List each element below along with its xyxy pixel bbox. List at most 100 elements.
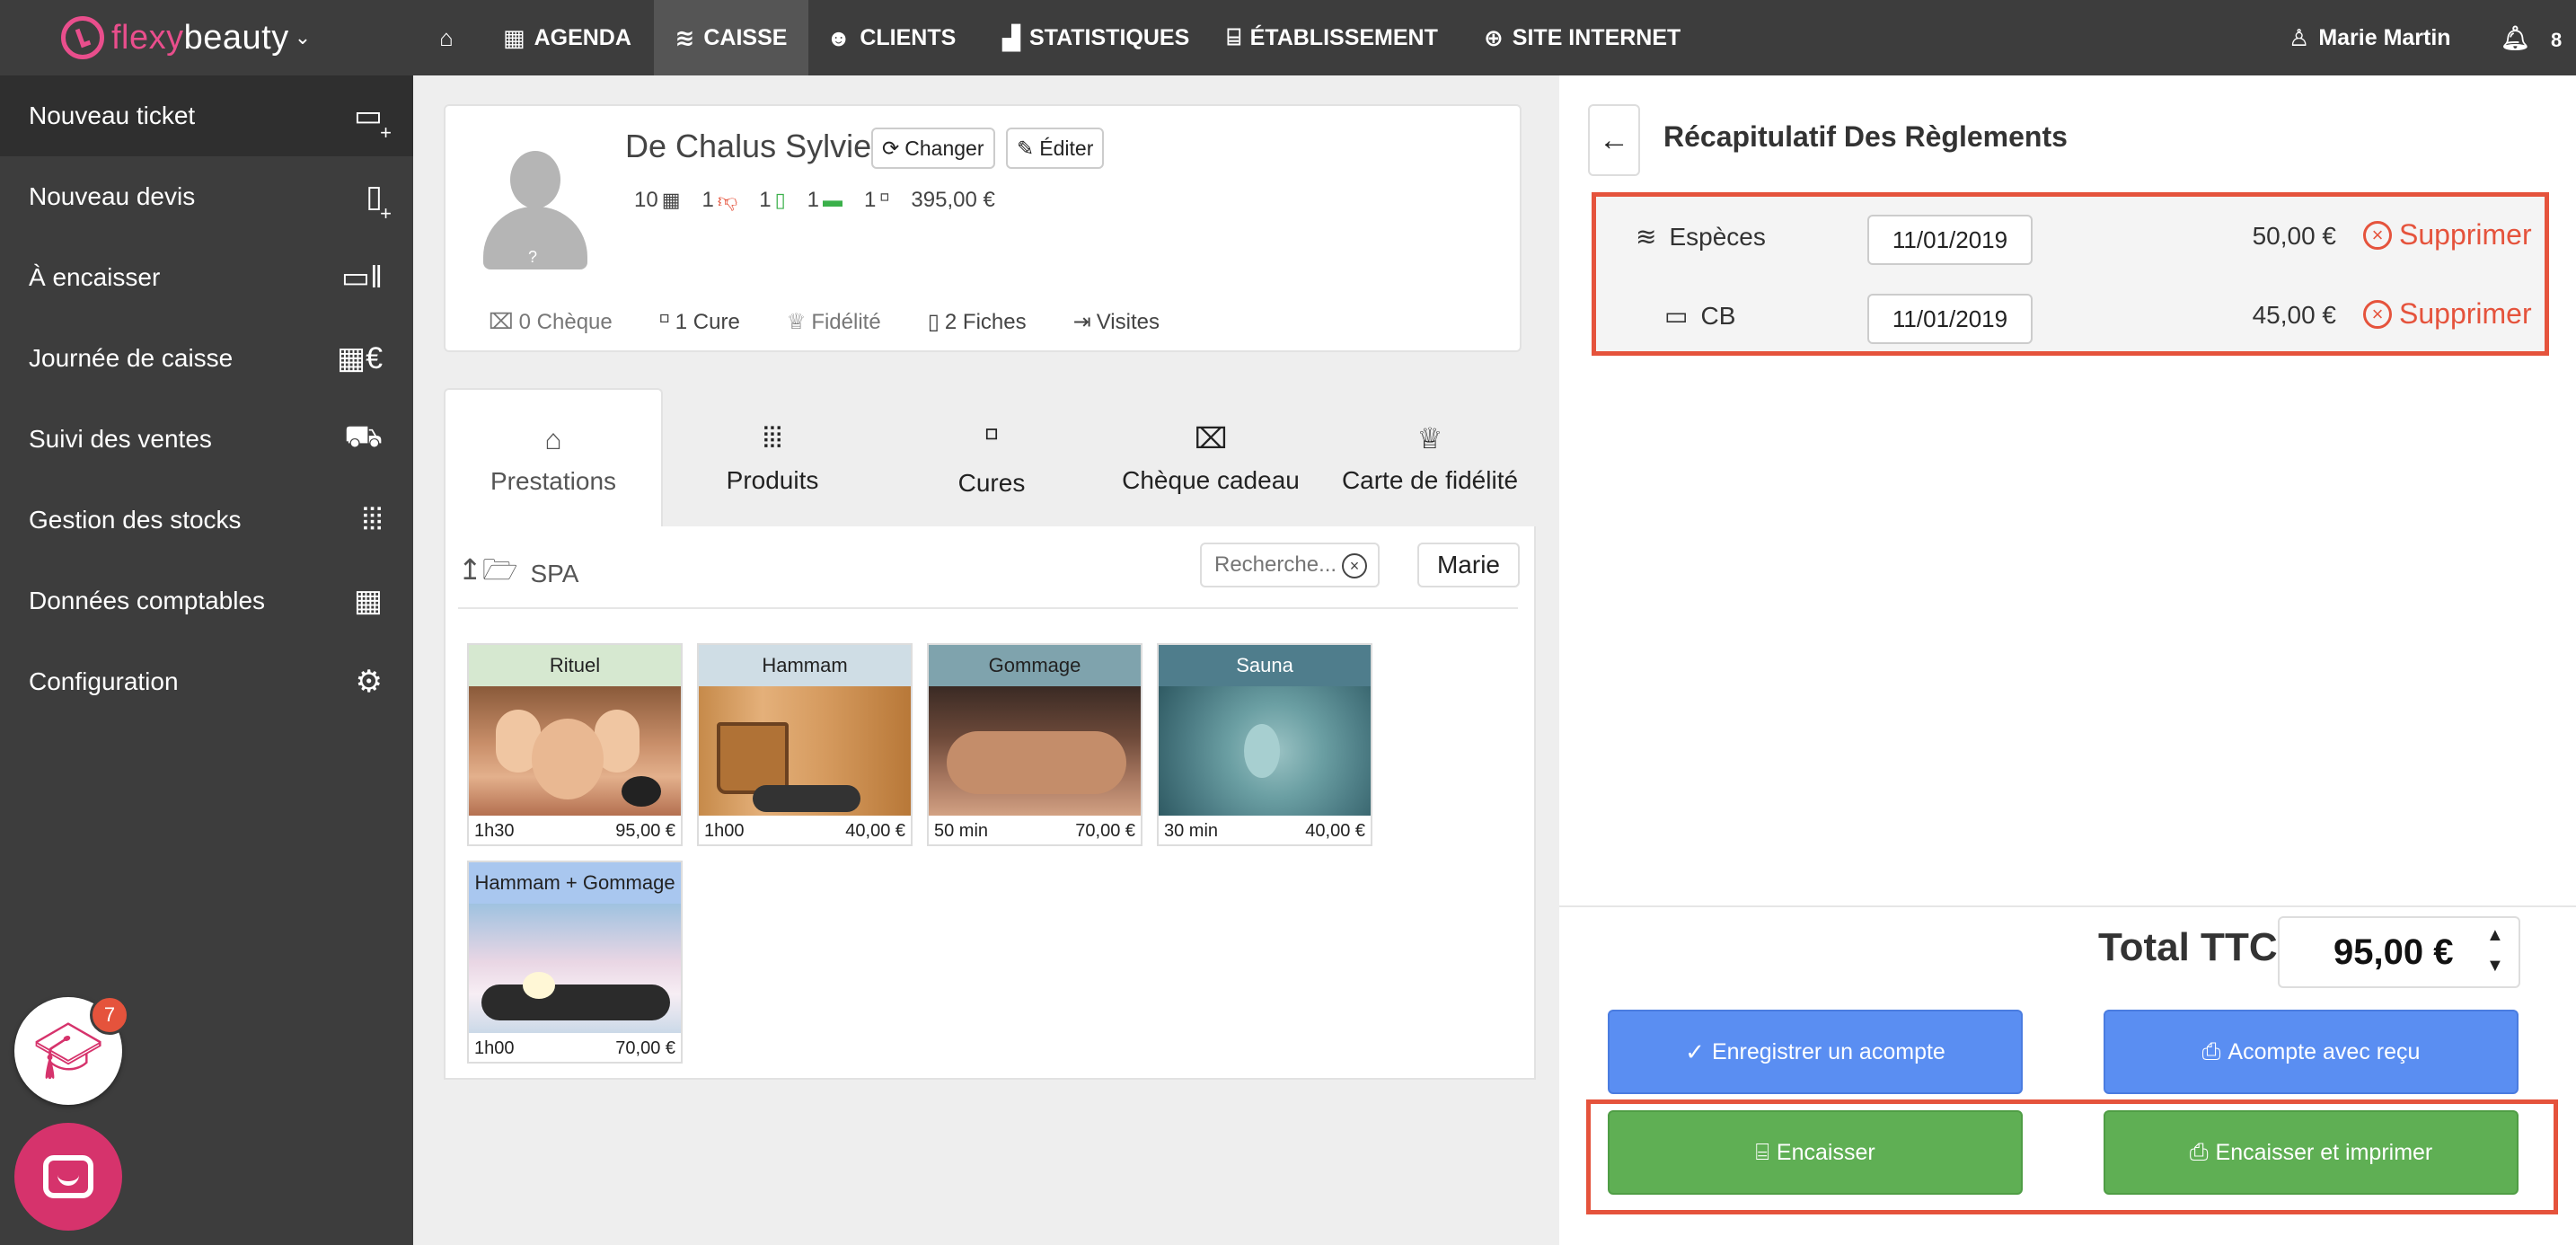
nav-caisse[interactable]: ≋ CAISSE <box>654 0 808 75</box>
total-field[interactable]: 95,00 € <box>2278 916 2520 988</box>
tab-carte-fidelite[interactable]: ♕ Carte de fidélité <box>1320 388 1539 528</box>
product-image <box>929 686 1141 816</box>
checkout-print-button[interactable]: ⎙ Encaisser et imprimer <box>2104 1110 2519 1195</box>
avatar-mark: ? <box>528 248 538 266</box>
sidebar-item-configuration[interactable]: Configuration ⚙ <box>0 641 413 722</box>
staff-selector[interactable]: Marie <box>1417 543 1520 587</box>
product-card-rituel[interactable]: Rituel 1h30 95,00 € <box>467 643 683 846</box>
product-price: 95,00 € <box>615 820 675 841</box>
caret-down-icon[interactable]: ▼ <box>2486 956 2504 976</box>
payment-amount: 50,00 € <box>2252 222 2336 250</box>
user-menu[interactable]: ♙ Marie Martin <box>2289 0 2451 75</box>
barcode-icon: ⦙⦙⦙ <box>362 502 383 537</box>
change-client-button[interactable]: ⟳ Changer <box>871 128 995 169</box>
sidebar-item-label: À encaisser <box>29 263 161 291</box>
search-input[interactable] <box>1213 552 1338 578</box>
product-card-hammam-gommage[interactable]: Hammam + Gommage 1h00 70,00 € <box>467 861 683 1064</box>
product-duration: 30 min <box>1164 820 1219 841</box>
cart-icon: ⛟ <box>344 419 383 454</box>
sidebar-item-suivi-des-ventes[interactable]: Suivi des ventes ⛟ <box>0 399 413 480</box>
client-name: De Chalus Sylvie <box>625 128 872 164</box>
checkout-button[interactable]: ⌸ Encaisser <box>1608 1110 2023 1195</box>
document-plus-icon: ▯ <box>366 179 391 225</box>
nav-agenda[interactable]: ▦ AGENDA <box>503 0 631 75</box>
chat-icon <box>43 1155 93 1198</box>
academy-badge: 7 <box>90 995 129 1035</box>
chart-icon: ▟ <box>1002 23 1020 51</box>
edit-client-button[interactable]: ✎ Éditer <box>1006 128 1105 169</box>
nav-etablissement-label: ÉTABLISSEMENT <box>1249 24 1438 50</box>
users-icon: ☻ <box>826 23 851 51</box>
globe-icon: ⊕ <box>1484 23 1504 51</box>
tab-prestations[interactable]: ⌂ Prestations <box>444 388 663 528</box>
gears-icon: ⚙ <box>355 665 383 699</box>
arrow-left-icon: ← <box>1599 122 1629 157</box>
bell-icon: 🔔︎ <box>2501 23 2531 51</box>
nav-clients[interactable]: ☻ CLIENTS <box>826 0 956 75</box>
sidebar-item-nouveau-ticket[interactable]: Nouveau ticket ▭ <box>0 75 413 156</box>
nav-statistiques-label: STATISTIQUES <box>1029 24 1190 50</box>
sidebar-item-journee-de-caisse[interactable]: Journée de caisse ▦€ <box>0 318 413 399</box>
nav-site-internet[interactable]: ⊕ SITE INTERNET <box>1484 0 1681 75</box>
sidebar-item-label: Nouveau ticket <box>29 102 196 129</box>
clear-search-icon[interactable]: × <box>1342 553 1367 578</box>
total-label: Total TTC <box>2098 925 2278 969</box>
product-price: 70,00 € <box>1075 820 1135 841</box>
graduation-cap-icon: 🎓︎ <box>32 1020 104 1082</box>
tab-label: Cures <box>957 468 1026 497</box>
sidebar-item-label: Gestion des stocks <box>29 506 242 534</box>
sidebar-item-nouveau-devis[interactable]: Nouveau devis ▯ <box>0 156 413 237</box>
tab-label: Produits <box>726 466 819 494</box>
product-card-hammam[interactable]: Hammam 1h00 40,00 € <box>697 643 913 846</box>
notifications-button[interactable]: 🔔︎ <box>2501 0 2539 75</box>
product-card-sauna[interactable]: Sauna 30 min 40,00 € <box>1157 643 1372 846</box>
link-fiches[interactable]: ▯ 2 Fiches <box>928 307 1027 337</box>
nav-clients-label: CLIENTS <box>860 24 957 50</box>
deposit-receipt-button[interactable]: ⎙ Acompte avec reçu <box>2104 1010 2519 1094</box>
back-button[interactable]: ← <box>1588 104 1640 176</box>
payment-method: CB <box>1700 301 1736 330</box>
product-card-gommage[interactable]: Gommage 50 min 70,00 € <box>927 643 1142 846</box>
delete-payment-button[interactable]: × Supprimer <box>2363 218 2532 252</box>
payment-date-field[interactable]: 11/01/2019 <box>1867 215 2033 265</box>
payment-date-field[interactable]: 11/01/2019 <box>1867 294 2033 344</box>
user-icon: ♙ <box>2289 23 2310 51</box>
payment-title: Récapitulatif Des Règlements <box>1663 120 2068 153</box>
product-duration: 1h00 <box>474 1038 515 1058</box>
save-deposit-button[interactable]: ✓ Enregistrer un acompte <box>1608 1010 2023 1094</box>
caret-up-icon[interactable]: ▲ <box>2486 925 2504 946</box>
product-name: Hammam <box>699 645 911 686</box>
tab-cheque-cadeau[interactable]: ⌧ Chèque cadeau <box>1101 388 1320 528</box>
link-visites[interactable]: ⇥ Visites <box>1073 307 1160 337</box>
sidebar-item-donnees-comptables[interactable]: Données comptables ▦ <box>0 561 413 641</box>
link-cure[interactable]: ⸋ 1 Cure <box>659 307 740 337</box>
hierarchy-icon: ⸋ <box>984 422 999 455</box>
chat-button[interactable] <box>14 1123 122 1231</box>
divider <box>1559 905 2576 907</box>
link-fidelite[interactable]: ♕ Fidélité <box>787 307 881 337</box>
sidebar-item-a-encaisser[interactable]: À encaisser ▭‖ <box>0 237 413 318</box>
tag-icon: ⌂ <box>544 422 562 455</box>
client-links: ⌧ 0 Chèque ⸋ 1 Cure ♕ Fidélité ▯ 2 Fiches ⇥ V… <box>489 307 1206 337</box>
tab-produits[interactable]: ⦙⦙⦙ Produits <box>663 388 882 528</box>
brand-part1: flexy <box>111 18 184 57</box>
product-name: Hammam + Gommage <box>469 862 681 904</box>
folder-breadcrumb[interactable]: ↥🗁︎ SPA <box>458 550 578 598</box>
nav-home[interactable]: ⌂ <box>415 0 487 75</box>
sidebar-item-gestion-des-stocks[interactable]: Gestion des stocks ⦙⦙⦙ <box>0 480 413 561</box>
nav-statistiques[interactable]: ▟ STATISTIQUES <box>1002 0 1189 75</box>
trophy-icon: ♕ <box>786 310 807 334</box>
tab-cures[interactable]: ⸋ Cures <box>882 388 1101 528</box>
calendar-euro-icon: ▦€ <box>336 341 383 375</box>
product-duration: 50 min <box>934 820 989 841</box>
brand-logo[interactable]: flexybeauty ⌄ <box>61 13 311 63</box>
notification-count: 8 <box>2551 29 2563 51</box>
delete-payment-button[interactable]: × Supprimer <box>2363 297 2532 331</box>
nav-etablissement[interactable]: ⌸ ÉTABLISSEMENT <box>1227 0 1438 75</box>
tab-label: Prestations <box>490 466 617 495</box>
check-icon: ✓ <box>1685 1038 1705 1065</box>
product-duration: 1h30 <box>474 820 515 841</box>
chevron-down-icon[interactable]: ⌄ <box>295 26 311 49</box>
link-cheque[interactable]: ⌧ 0 Chèque <box>489 307 613 337</box>
register-plus-icon: ▭ <box>354 98 392 145</box>
